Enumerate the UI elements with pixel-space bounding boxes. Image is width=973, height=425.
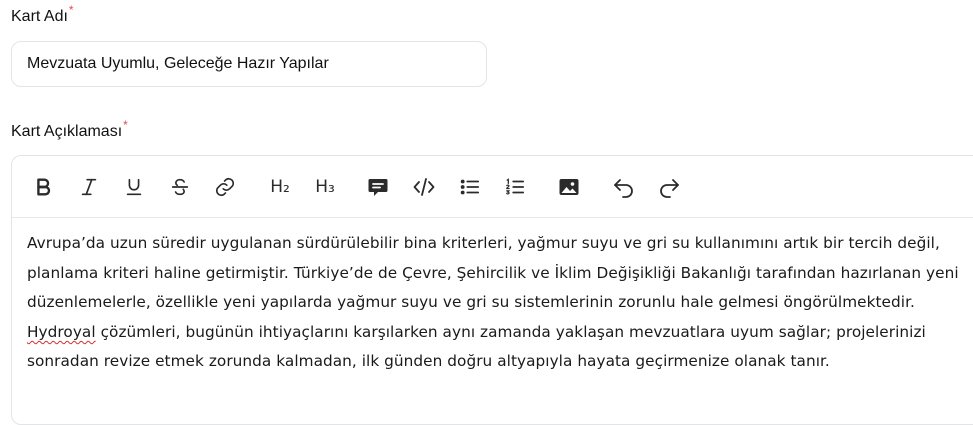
card-description-label: Kart Açıklaması* bbox=[11, 118, 128, 142]
rich-text-editor: H₂ H₃ Avrupa’da uzun süredir uygulanan s… bbox=[11, 155, 973, 425]
bold-icon bbox=[37, 178, 51, 196]
strikethrough-button[interactable] bbox=[168, 175, 192, 199]
ordered-list-icon bbox=[506, 178, 525, 195]
comment-button[interactable] bbox=[366, 175, 390, 199]
card-description-label-text: Kart Açıklaması bbox=[11, 123, 123, 140]
bullet-list-icon bbox=[460, 179, 480, 195]
underline-button[interactable] bbox=[122, 175, 146, 199]
ordered-list-button[interactable] bbox=[503, 175, 527, 199]
image-icon bbox=[559, 179, 579, 195]
underline-icon bbox=[126, 178, 142, 196]
undo-icon bbox=[614, 179, 633, 198]
required-asterisk: * bbox=[68, 3, 74, 17]
link-button[interactable] bbox=[213, 175, 237, 199]
card-name-input[interactable] bbox=[11, 41, 487, 87]
italic-icon bbox=[81, 178, 97, 196]
italic-button[interactable] bbox=[77, 175, 101, 199]
card-name-label-text: Kart Adı bbox=[11, 8, 68, 25]
misspelled-word: Hydroyal bbox=[27, 322, 96, 341]
strikethrough-icon bbox=[171, 178, 189, 196]
code-button[interactable] bbox=[412, 175, 436, 199]
redo-icon bbox=[660, 179, 679, 198]
bullet-list-button[interactable] bbox=[458, 175, 482, 199]
description-text-part: çözümleri, bugünün ihtiyaçlarını karşıla… bbox=[27, 322, 926, 371]
redo-button[interactable] bbox=[657, 175, 681, 199]
description-text-part: Avrupa’da uzun süredir uygulanan sürdürü… bbox=[27, 234, 959, 312]
heading2-label: H₂ bbox=[270, 177, 290, 197]
bold-button[interactable] bbox=[31, 175, 55, 199]
required-asterisk: * bbox=[123, 118, 128, 132]
link-icon bbox=[215, 177, 235, 197]
heading3-button[interactable]: H₃ bbox=[312, 175, 338, 199]
editor-toolbar: H₂ H₃ bbox=[12, 156, 973, 218]
card-name-label: Kart Adı* bbox=[11, 3, 74, 27]
comment-icon bbox=[368, 179, 388, 196]
undo-button[interactable] bbox=[612, 175, 636, 199]
heading2-button[interactable]: H₂ bbox=[267, 175, 293, 199]
image-button[interactable] bbox=[557, 175, 581, 199]
code-icon bbox=[413, 178, 435, 196]
editor-content[interactable]: Avrupa’da uzun süredir uygulanan sürdürü… bbox=[12, 218, 973, 377]
heading3-label: H₃ bbox=[315, 177, 335, 197]
